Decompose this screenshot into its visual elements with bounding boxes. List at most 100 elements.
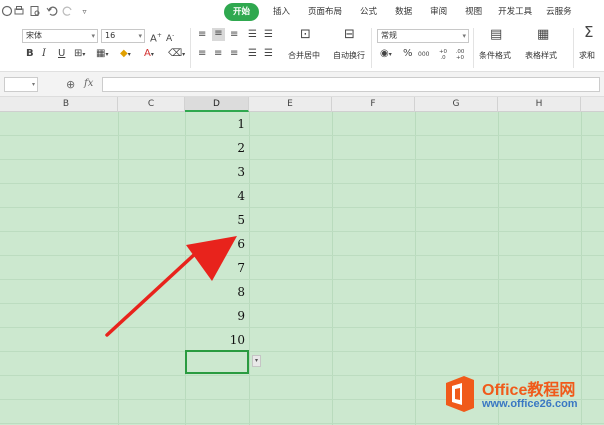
column-header-d[interactable]: D bbox=[185, 97, 249, 112]
table-style-icon[interactable]: ▦ bbox=[537, 28, 549, 41]
grid-line bbox=[0, 327, 604, 328]
distributed-icon[interactable]: ☰ bbox=[264, 48, 273, 60]
ribbon: 宋体 ▾ 16 ▾ A+ A- B I U ⊞▾ ▦▾ ◆▾ A▾ ⌫▾ ≡ ≡… bbox=[0, 24, 604, 72]
tab-cloud[interactable]: 云服务 bbox=[546, 3, 572, 21]
thousands-button[interactable]: 000 bbox=[418, 49, 429, 61]
font-size-value: 16 bbox=[105, 31, 116, 40]
undo-icon[interactable] bbox=[46, 5, 59, 18]
zoom-formula-icon[interactable]: ⊕ bbox=[66, 78, 75, 91]
conditional-format-icon[interactable]: ▤ bbox=[490, 28, 502, 41]
number-format-value: 常规 bbox=[381, 31, 397, 40]
column-header-f[interactable]: F bbox=[332, 97, 415, 112]
column-header-b[interactable]: B bbox=[0, 97, 118, 112]
active-cell[interactable] bbox=[185, 350, 249, 374]
wrap-text-icon[interactable]: ⊟ bbox=[344, 28, 355, 41]
table-style-button[interactable]: 表格样式 bbox=[525, 50, 557, 62]
grid-line bbox=[0, 303, 604, 304]
bold-button[interactable]: B bbox=[26, 48, 34, 60]
print-icon[interactable] bbox=[13, 5, 26, 18]
cell-d3[interactable]: 3 bbox=[185, 161, 249, 184]
align-right-icon[interactable]: ≡ bbox=[230, 48, 238, 60]
name-box[interactable]: ▾ bbox=[4, 77, 38, 92]
column-header-e[interactable]: E bbox=[249, 97, 332, 112]
sum-icon[interactable]: Σ bbox=[584, 25, 593, 40]
currency-icon[interactable]: ◉▾ bbox=[380, 48, 392, 61]
redo-icon[interactable] bbox=[62, 5, 75, 18]
eraser-icon[interactable]: ⌫▾ bbox=[168, 48, 185, 61]
divider bbox=[573, 28, 574, 68]
tab-formulas[interactable]: 公式 bbox=[360, 3, 377, 21]
watermark: Office教程网 www.office26.com bbox=[438, 370, 604, 424]
grid-line bbox=[0, 255, 604, 256]
italic-button[interactable]: I bbox=[42, 48, 46, 60]
tab-insert[interactable]: 插入 bbox=[273, 3, 290, 21]
autofill-options-icon[interactable]: ▾ bbox=[252, 355, 261, 367]
cell-d4[interactable]: 4 bbox=[185, 185, 249, 208]
chevron-down-icon: ▾ bbox=[138, 32, 142, 40]
font-name-value: 宋体 bbox=[26, 31, 42, 40]
sheet-grid[interactable]: 1 2 3 4 5 6 7 8 9 10 ▾ Office教程网 www.off… bbox=[0, 112, 604, 425]
grid-line bbox=[0, 183, 604, 184]
sum-button[interactable]: 求和 bbox=[579, 50, 595, 62]
conditional-format-button[interactable]: 条件格式 bbox=[479, 50, 511, 62]
office-logo-icon bbox=[446, 376, 474, 412]
align-bottom-icon[interactable]: ≡ bbox=[230, 29, 238, 41]
decrease-decimal-button[interactable]: .00 +0 bbox=[453, 49, 467, 61]
column-header-c[interactable]: C bbox=[118, 97, 185, 112]
chevron-down-icon: ▾ bbox=[462, 32, 466, 40]
align-center-icon[interactable]: ≡ bbox=[214, 48, 222, 60]
column-header-h[interactable]: H bbox=[498, 97, 581, 112]
grid-line bbox=[0, 279, 604, 280]
fx-icon[interactable]: fx bbox=[84, 78, 93, 89]
align-middle-icon[interactable]: ≡ bbox=[212, 28, 225, 41]
tab-data[interactable]: 数据 bbox=[395, 3, 412, 21]
indent-increase-icon[interactable]: ☰ bbox=[264, 29, 273, 41]
watermark-title: Office教程网 bbox=[482, 382, 576, 399]
watermark-url: www.office26.com bbox=[482, 398, 578, 410]
grid-line bbox=[0, 159, 604, 160]
column-header-g[interactable]: G bbox=[415, 97, 498, 112]
chevron-down-icon: ▾ bbox=[31, 81, 35, 88]
tab-view[interactable]: 视图 bbox=[465, 3, 482, 21]
formula-bar: ▾ ⊕ fx bbox=[0, 72, 604, 97]
merge-center-button[interactable]: 合并居中 bbox=[288, 50, 320, 62]
font-name-select[interactable]: 宋体 ▾ bbox=[22, 29, 98, 43]
grid-line bbox=[0, 207, 604, 208]
grid-line bbox=[0, 231, 604, 232]
increase-font-icon[interactable]: A+ bbox=[150, 30, 162, 45]
customize-dropdown-icon[interactable]: ▿ bbox=[78, 5, 91, 18]
chevron-down-icon: ▾ bbox=[91, 32, 95, 40]
underline-button[interactable]: U bbox=[58, 48, 65, 60]
font-size-select[interactable]: 16 ▾ bbox=[101, 29, 145, 43]
column-header-row: B C D E F G H bbox=[0, 97, 604, 112]
menu-tabs: 开始 插入 页面布局 公式 数据 审阅 视图 开发工具 云服务 bbox=[224, 3, 572, 21]
title-bar: ▿ 开始 插入 页面布局 公式 数据 审阅 视图 开发工具 云服务 bbox=[0, 0, 604, 24]
tab-home[interactable]: 开始 bbox=[224, 3, 260, 21]
font-color-icon[interactable]: A▾ bbox=[144, 48, 154, 61]
tab-page-layout[interactable]: 页面布局 bbox=[308, 3, 342, 21]
fill-color-icon[interactable]: ◆▾ bbox=[120, 48, 131, 61]
wrap-text-button[interactable]: 自动换行 bbox=[333, 50, 365, 62]
tab-developer[interactable]: 开发工具 bbox=[498, 3, 532, 21]
cell-d2[interactable]: 2 bbox=[185, 137, 249, 160]
border-icon[interactable]: ⊞▾ bbox=[74, 48, 85, 61]
cell-style-icon[interactable]: ▦▾ bbox=[96, 48, 108, 61]
divider bbox=[371, 28, 372, 68]
cell-d1[interactable]: 1 bbox=[185, 113, 249, 136]
grid-line bbox=[0, 135, 604, 136]
increase-decimal-button[interactable]: +0 .0 bbox=[436, 49, 450, 61]
align-top-icon[interactable]: ≡ bbox=[198, 29, 206, 41]
divider bbox=[190, 28, 191, 68]
divider bbox=[473, 28, 474, 68]
tab-review[interactable]: 审阅 bbox=[430, 3, 447, 21]
print-preview-icon[interactable] bbox=[29, 5, 42, 18]
justify-icon[interactable]: ☰ bbox=[248, 48, 257, 60]
percent-button[interactable]: % bbox=[403, 48, 413, 60]
indent-decrease-icon[interactable]: ☰ bbox=[248, 29, 257, 41]
decrease-font-icon[interactable]: A- bbox=[166, 30, 174, 45]
annotation-arrow-icon bbox=[105, 236, 237, 337]
number-format-select[interactable]: 常规 ▾ bbox=[377, 29, 469, 43]
formula-input[interactable] bbox=[102, 77, 600, 92]
merge-center-icon[interactable]: ⊡ bbox=[300, 28, 311, 41]
align-left-icon[interactable]: ≡ bbox=[198, 48, 206, 60]
